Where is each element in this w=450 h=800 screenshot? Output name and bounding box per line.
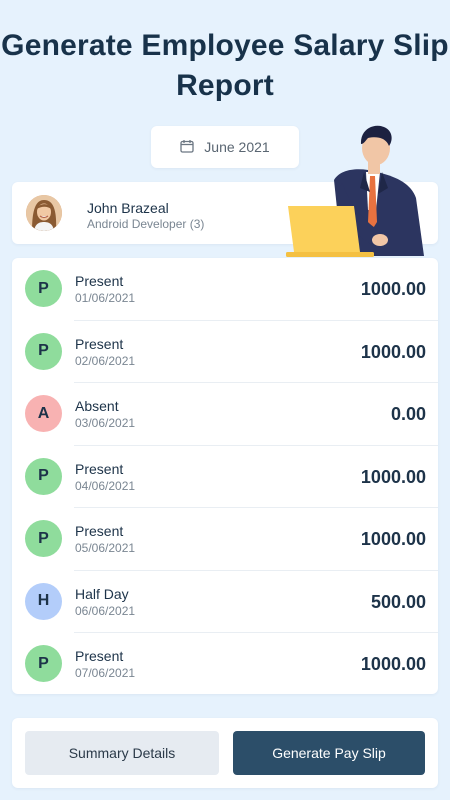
attendance-list: P Present 01/06/2021 1000.00 P Present 02/06/2… xyxy=(12,258,438,694)
status-label: Present xyxy=(75,273,124,289)
page-title-line-2: Report xyxy=(176,69,274,102)
calendar-icon xyxy=(180,139,194,156)
action-bar: Summary Details Generate Pay Slip xyxy=(12,718,438,788)
avatar xyxy=(26,195,62,231)
employee-name: John Brazeal xyxy=(87,200,169,216)
businessman-illustration xyxy=(282,118,432,263)
status-label: Present xyxy=(75,523,124,539)
amount-value: 0.00 xyxy=(390,404,426,424)
list-item[interactable]: P Present 04/06/2021 1000.00 xyxy=(12,446,438,508)
date-label: 07/06/2021 xyxy=(75,666,136,680)
amount-value: 500.00 xyxy=(370,591,426,612)
list-item[interactable]: H Half Day 06/06/2021 500.00 xyxy=(12,571,438,633)
status-label: Absent xyxy=(75,398,119,414)
date-label: 04/06/2021 xyxy=(75,478,136,493)
amount-value: 1000.00 xyxy=(360,279,426,299)
status-label: Present xyxy=(75,460,124,477)
amount-value: 1000.00 xyxy=(360,341,426,362)
date-label: 01/06/2021 xyxy=(75,291,136,305)
month-label: June 2021 xyxy=(204,139,270,155)
list-item[interactable]: P Present 01/06/2021 1000.00 xyxy=(12,258,438,321)
status-label: Present xyxy=(75,335,124,352)
page-title: Generate Employee Salary Slip Report xyxy=(0,26,450,106)
status-badge: P xyxy=(25,457,62,495)
list-item[interactable]: A Absent 03/06/2021 0.00 xyxy=(12,383,438,446)
summary-details-button[interactable]: Summary Details xyxy=(25,731,219,775)
list-item[interactable]: P Present 02/06/2021 1000.00 xyxy=(12,321,438,383)
date-label: 02/06/2021 xyxy=(75,353,136,368)
status-badge: A xyxy=(25,395,62,432)
status-badge: P xyxy=(25,332,62,370)
page-title-line-1: Generate Employee Salary Slip xyxy=(1,29,449,62)
list-item[interactable]: P Present 07/06/2021 1000.00 xyxy=(12,633,438,696)
status-badge: H xyxy=(25,582,62,620)
list-item[interactable]: P Present 05/06/2021 1000.00 xyxy=(12,508,438,571)
date-label: 05/06/2021 xyxy=(75,541,136,555)
status-label: Present xyxy=(75,648,124,664)
status-badge: P xyxy=(25,520,62,557)
status-badge: P xyxy=(25,645,62,682)
status-badge: P xyxy=(25,270,62,307)
amount-value: 1000.00 xyxy=(360,466,426,487)
amount-value: 1000.00 xyxy=(360,654,426,674)
employee-role: Android Developer (3) xyxy=(87,217,205,231)
date-label: 06/06/2021 xyxy=(75,603,136,618)
generate-pay-slip-button[interactable]: Generate Pay Slip xyxy=(233,731,425,775)
status-label: Half Day xyxy=(75,585,129,602)
month-selector[interactable]: June 2021 xyxy=(151,126,299,168)
date-label: 03/06/2021 xyxy=(75,416,136,430)
amount-value: 1000.00 xyxy=(360,529,426,549)
